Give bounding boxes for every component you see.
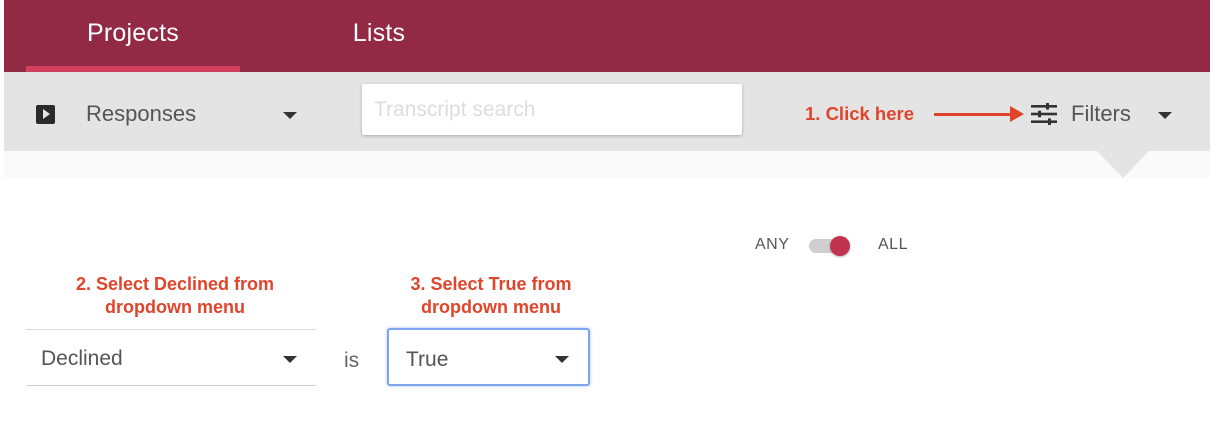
annotation-step-2-line2: dropdown menu bbox=[105, 297, 245, 317]
toggle-knob bbox=[830, 236, 850, 256]
filter-field-value: Declined bbox=[41, 347, 123, 370]
annotation-step-2: 2. Select Declined from dropdown menu bbox=[26, 273, 324, 319]
chevron-down-icon bbox=[555, 356, 569, 363]
play-icon bbox=[36, 105, 55, 124]
filters-button[interactable]: Filters bbox=[1071, 101, 1131, 127]
filter-field-select[interactable]: Declined bbox=[26, 329, 316, 386]
tab-lists[interactable]: Lists bbox=[314, 0, 444, 72]
sliders-icon[interactable] bbox=[1031, 103, 1057, 125]
tab-projects[interactable]: Projects bbox=[26, 0, 240, 72]
match-any-label: ANY bbox=[755, 236, 790, 253]
annotation-step-3: 3. Select True from dropdown menu bbox=[386, 273, 596, 319]
app-frame: Projects Lists Responses 1. Click here F… bbox=[4, 0, 1210, 430]
filters-chevron-down-icon[interactable] bbox=[1158, 112, 1172, 119]
chevron-down-icon[interactable] bbox=[283, 112, 297, 119]
chevron-down-icon bbox=[283, 356, 297, 363]
filter-panel: ANY ALL 2. Select Declined from dropdown… bbox=[4, 178, 1210, 430]
transcript-search-input[interactable] bbox=[362, 84, 742, 135]
annotation-step-3-line2: dropdown menu bbox=[421, 297, 561, 317]
toolbar: Responses 1. Click here Filters bbox=[4, 72, 1210, 151]
filter-value-value: True bbox=[406, 348, 449, 371]
popover-pointer bbox=[1097, 151, 1149, 178]
annotation-arrow bbox=[934, 106, 1024, 122]
filter-value-select[interactable]: True bbox=[387, 328, 590, 386]
view-select-label[interactable]: Responses bbox=[86, 101, 196, 127]
annotation-step-2-line1: 2. Select Declined from bbox=[75, 274, 275, 294]
top-nav-bar: Projects Lists bbox=[4, 0, 1210, 72]
annotation-step-3-line1: 3. Select True from bbox=[410, 274, 572, 294]
match-all-label: ALL bbox=[878, 236, 908, 253]
annotation-step-1: 1. Click here bbox=[805, 103, 915, 124]
match-mode-toggle[interactable] bbox=[809, 236, 851, 256]
filter-operator-label: is bbox=[344, 349, 360, 372]
